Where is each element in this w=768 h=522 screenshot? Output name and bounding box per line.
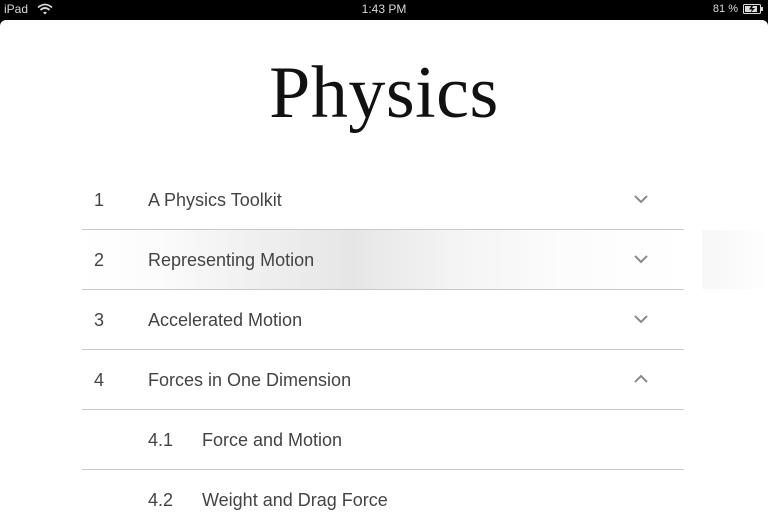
clock: 1:43 PM bbox=[361, 2, 407, 16]
status-bar: iPad 1:43 PM 81 % bbox=[0, 0, 768, 20]
section-number: 4.2 bbox=[148, 490, 174, 510]
chapter-title: Forces in One Dimension bbox=[148, 370, 352, 390]
toc-chapter-4[interactable]: 4 Forces in One Dimension bbox=[82, 350, 684, 410]
chevron-down-icon[interactable] bbox=[633, 191, 649, 207]
book-title: Physics bbox=[269, 52, 499, 134]
chevron-down-icon[interactable] bbox=[633, 311, 649, 327]
book-toc-sheet: Physics 1 A Physics Toolkit 2 Representi… bbox=[0, 20, 768, 522]
chapter-number: 4 bbox=[94, 370, 105, 390]
chevron-up-icon[interactable] bbox=[633, 371, 649, 387]
chapter-title: A Physics Toolkit bbox=[148, 190, 282, 210]
chapter-number: 1 bbox=[94, 190, 105, 210]
toc-chapter-1[interactable]: 1 A Physics Toolkit bbox=[82, 170, 684, 230]
battery-percentage: 81 % bbox=[712, 3, 738, 15]
row-highlight-shadow bbox=[702, 230, 768, 289]
section-title: Force and Motion bbox=[202, 430, 343, 450]
chevron-down-icon[interactable] bbox=[633, 251, 649, 267]
table-of-contents: 1 A Physics Toolkit 2 Representing Motio… bbox=[82, 170, 684, 522]
chapter-title: Accelerated Motion bbox=[148, 310, 303, 330]
section-title: Weight and Drag Force bbox=[202, 490, 388, 510]
toc-section-4-2[interactable]: 4.2 Weight and Drag Force bbox=[82, 470, 684, 522]
toc-chapter-2[interactable]: 2 Representing Motion bbox=[82, 230, 684, 290]
chapter-number: 3 bbox=[94, 310, 105, 330]
toc-chapter-3[interactable]: 3 Accelerated Motion bbox=[82, 290, 684, 350]
chapter-number: 2 bbox=[94, 250, 105, 270]
chapter-title: Representing Motion bbox=[148, 250, 315, 270]
battery-charging-icon bbox=[743, 4, 763, 14]
section-number: 4.1 bbox=[148, 430, 174, 450]
toc-section-4-1[interactable]: 4.1 Force and Motion bbox=[82, 410, 684, 470]
